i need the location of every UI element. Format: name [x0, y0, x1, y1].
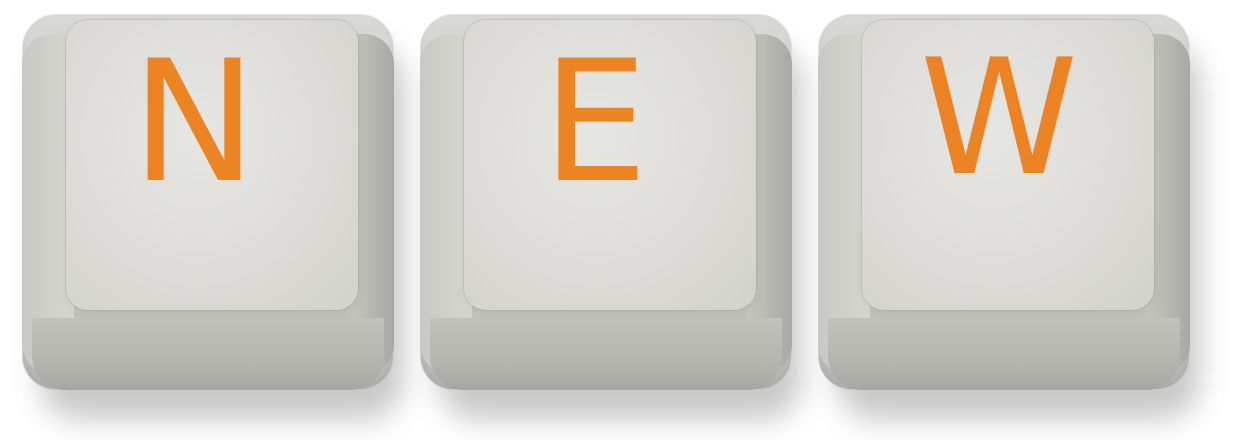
keycap-w: W	[818, 14, 1200, 420]
keycap-e: E	[420, 14, 802, 420]
keycap-body: W	[818, 14, 1190, 390]
keycap-front-bevel	[32, 318, 384, 390]
keycap-body: E	[420, 14, 792, 390]
keycap-front-bevel	[828, 318, 1180, 390]
keycap-letter: E	[541, 24, 649, 220]
keycap-top-face: E	[464, 20, 756, 310]
keycap-top-face: W	[862, 20, 1154, 310]
keycap-front-bevel	[430, 318, 782, 390]
keycap-letter: N	[131, 24, 257, 220]
keycap-n: N	[22, 14, 404, 420]
keycap-body: N	[22, 14, 394, 390]
keycap-row: N E W	[0, 0, 1244, 440]
keycap-top-face: N	[66, 20, 358, 310]
keycap-letter: W	[919, 24, 1079, 211]
